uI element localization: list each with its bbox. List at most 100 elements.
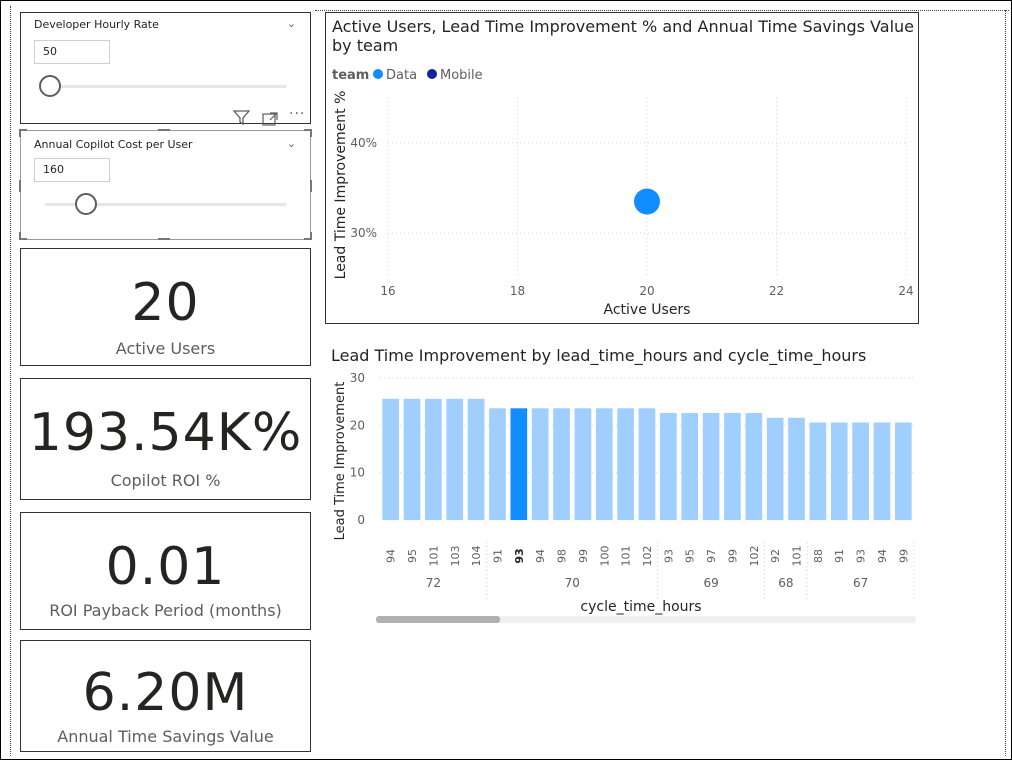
- x-tick-label: 94: [534, 549, 547, 563]
- x-tick-label: 99: [577, 549, 590, 563]
- bar: [745, 413, 763, 520]
- bar: [894, 422, 912, 520]
- resize-handle[interactable]: [19, 129, 21, 137]
- x-tick-label: 101: [791, 546, 804, 567]
- card-label: Active Users: [115, 339, 216, 358]
- card-value: 0.01: [105, 537, 226, 597]
- y-tick-label: 30: [350, 371, 365, 385]
- copilot-roi-card: 193.54K% Copilot ROI %: [20, 378, 311, 500]
- scatter-chart-title: Active Users, Lead Time Improvement % an…: [332, 17, 914, 55]
- bar: [617, 408, 634, 520]
- x-tick-label: 100: [598, 546, 611, 567]
- chevron-down-icon[interactable]: ⌄: [287, 17, 296, 30]
- x-tick-label: 22: [769, 284, 784, 298]
- x-tick-label: 16: [380, 284, 395, 298]
- card-value: 193.54K%: [28, 403, 303, 463]
- filter-icon[interactable]: [232, 109, 252, 129]
- y-axis-title: Lead Time Improvement %: [333, 91, 349, 280]
- card-label: Copilot ROI %: [110, 471, 221, 490]
- group-label: 69: [703, 576, 718, 590]
- bar: [382, 398, 400, 520]
- x-tick-label: 103: [449, 546, 462, 567]
- y-tick-label: 40%: [350, 136, 377, 150]
- bar: [873, 422, 891, 520]
- slicer-title: Annual Copilot Cost per User: [34, 138, 193, 151]
- x-tick-label: 93: [513, 548, 526, 563]
- bar: [574, 408, 592, 520]
- x-tick-label: 91: [833, 549, 846, 563]
- x-tick-label: 95: [406, 549, 419, 563]
- resize-handle[interactable]: [310, 232, 312, 240]
- more-options-icon[interactable]: ···: [289, 106, 305, 122]
- resize-handle[interactable]: [158, 238, 170, 240]
- chevron-down-icon[interactable]: ⌄: [287, 137, 296, 150]
- page-guide-top: [315, 10, 1009, 11]
- scatter-chart: team Data Mobile 16 18 20 22 24 30% 40% Active Use…: [332, 68, 914, 318]
- x-axis-title: cycle_time_hours: [580, 599, 701, 615]
- x-tick-label: 93: [855, 549, 868, 563]
- bar: [595, 408, 613, 520]
- copilot-cost-input[interactable]: 160: [34, 158, 110, 182]
- x-tick-label: 91: [491, 549, 504, 563]
- group-label: 70: [565, 576, 580, 590]
- x-tick-label: 102: [641, 546, 654, 567]
- bar: [660, 413, 677, 520]
- x-tick-label: 99: [726, 549, 739, 563]
- resize-handle[interactable]: [310, 129, 312, 137]
- bar: [425, 398, 442, 520]
- page-guide-right: [1005, 10, 1006, 756]
- x-tick-label: 18: [510, 284, 525, 298]
- bar: [809, 422, 827, 520]
- group-label: 68: [778, 576, 793, 590]
- y-tick-label: 30%: [350, 226, 377, 240]
- bar: [489, 408, 506, 520]
- card-value: 20: [131, 273, 200, 333]
- x-tick-label: 95: [684, 549, 697, 563]
- slider-track[interactable]: [45, 85, 286, 88]
- x-tick-label: 94: [876, 549, 889, 563]
- bar: [467, 398, 485, 520]
- slider-thumb[interactable]: [39, 75, 61, 97]
- x-tick-label: 93: [662, 549, 675, 563]
- legend-title: team: [332, 68, 369, 83]
- time-savings-card: 6.20M Annual Time Savings Value: [20, 640, 311, 752]
- resize-handle[interactable]: [158, 129, 170, 131]
- card-label: Annual Time Savings Value: [57, 727, 274, 746]
- legend-item: Data: [386, 68, 417, 83]
- x-tick-label: 92: [769, 549, 782, 563]
- legend-marker: [427, 69, 437, 79]
- x-tick-label: 99: [897, 549, 910, 563]
- bar: [788, 417, 805, 520]
- group-label: 67: [853, 576, 868, 590]
- focus-mode-icon[interactable]: [262, 111, 278, 130]
- resize-handle[interactable]: [19, 232, 21, 240]
- slider-thumb[interactable]: [75, 193, 97, 215]
- developer-rate-slicer[interactable]: Developer Hourly Rate ⌄ 50: [20, 12, 311, 124]
- bar: [724, 413, 741, 520]
- y-tick-label: 20: [350, 418, 365, 432]
- legend-item: Mobile: [440, 68, 483, 83]
- bar: [553, 408, 570, 520]
- bar: [510, 408, 528, 520]
- bar-chart: 0 10 20 30Lead Time Improvement 94 95 101 103 10…: [333, 371, 916, 623]
- x-tick-label: 97: [705, 549, 718, 563]
- x-tick-label: 94: [385, 549, 398, 563]
- active-users-card: 20 Active Users: [20, 248, 311, 366]
- y-axis-title: Lead Time Improvement: [333, 382, 348, 541]
- bar: [681, 413, 699, 520]
- x-tick-label: 104: [470, 546, 483, 567]
- bar: [702, 413, 720, 520]
- scatter-point: [634, 188, 660, 215]
- scrollbar-thumb[interactable]: [376, 616, 500, 623]
- x-tick-label: 98: [556, 549, 569, 563]
- bar: [446, 398, 464, 520]
- x-tick-label: 101: [620, 546, 633, 567]
- resize-handle[interactable]: [310, 180, 312, 192]
- copilot-cost-slicer[interactable]: Annual Copilot Cost per User ⌄ 160: [20, 130, 311, 240]
- developer-rate-input[interactable]: 50: [34, 40, 110, 64]
- bar: [852, 422, 869, 520]
- bar-chart-title: Lead Time Improvement by lead_time_hours…: [331, 346, 867, 365]
- bar: [830, 422, 848, 520]
- resize-handle[interactable]: [19, 180, 21, 192]
- y-tick-label: 0: [357, 513, 365, 527]
